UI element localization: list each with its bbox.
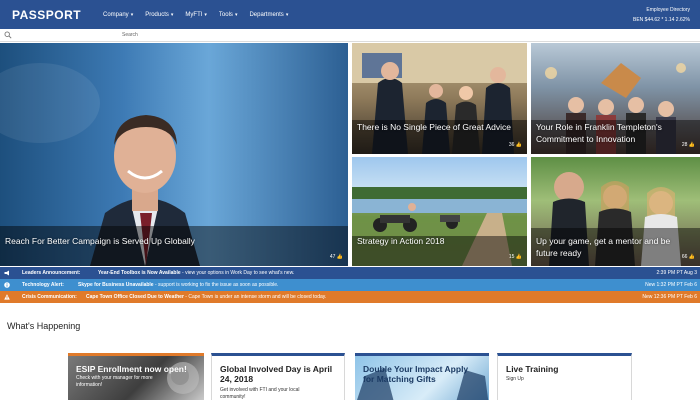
news-tile-mentor[interactable]: Up your game, get a mentor and be future… <box>531 157 700 266</box>
chevron-down-icon: ▾ <box>130 11 134 18</box>
alert-time: New 12:36 PM PT Feb 6 <box>642 294 697 300</box>
card-live-training[interactable]: Live Training Sign Up <box>497 353 632 400</box>
nav-company[interactable]: Company ▾ <box>103 12 133 18</box>
news-tile-advice[interactable]: There is No Single Piece of Great Advice… <box>352 43 527 154</box>
alert-leaders[interactable]: Leaders Announcement: Year-End Toolbox i… <box>0 267 700 279</box>
tile-likes: 36 👍 <box>508 142 522 148</box>
nav-departments[interactable]: Departments ▾ <box>249 12 288 18</box>
card-title: Double Your Impact Apply for Matching Gi… <box>363 364 469 384</box>
employee-directory-link[interactable]: Employee Directory <box>633 5 690 15</box>
card-esip[interactable]: ESIP Enrollment now open! Check with you… <box>68 353 204 400</box>
stock-ticker: BEN $44.62 * 1.14 2.62% <box>633 17 690 23</box>
alert-time: 2:39 PM PT Aug 3 <box>656 270 698 276</box>
nav-products[interactable]: Products ▾ <box>145 12 173 18</box>
megaphone-icon <box>4 270 9 276</box>
card-subtitle: Get involved with FTI and your local com… <box>220 387 300 400</box>
alert-technology[interactable]: Technology Alert: Skype for Business Una… <box>0 279 700 291</box>
hero-title: Reach For Better Campaign is Served Up G… <box>5 236 195 246</box>
main-nav: Company ▾ Products ▾ MyFTI ▾ Tools ▾ Departm… <box>103 0 300 29</box>
brand-logo[interactable]: PASSPORT <box>12 8 81 22</box>
chevron-down-icon: ▾ <box>285 11 289 18</box>
tile-title: Strategy in Action 2018 <box>357 236 445 246</box>
card-matching-gifts[interactable]: Double Your Impact Apply for Matching Gi… <box>355 353 489 400</box>
alert-link[interactable]: Cape Town Office Closed Due to Weather <box>86 294 184 300</box>
card-title: Live Training <box>506 364 559 374</box>
thumbs-up-icon: 👍 <box>688 142 695 148</box>
header-right: Employee Directory BEN $44.62 * 1.14 2.6… <box>633 5 690 25</box>
thumbs-up-icon: 👍 <box>515 254 522 260</box>
section-title: What's Happening <box>7 321 81 331</box>
hero-likes: 47 👍 <box>329 254 343 260</box>
search-bar <box>0 29 700 42</box>
tile-likes: 28 👍 <box>681 142 695 148</box>
thumbs-up-icon: 👍 <box>515 142 522 148</box>
chevron-down-icon: ▾ <box>204 11 207 18</box>
thumbs-up-icon: 👍 <box>688 254 695 260</box>
alert-time: New 1:32 PM PT Feb 6 <box>645 282 697 288</box>
info-icon <box>4 282 10 288</box>
nav-tools[interactable]: Tools ▾ <box>219 12 238 18</box>
alert-label: Crisis Communication: <box>22 294 77 300</box>
warning-icon <box>4 294 10 300</box>
tile-title: Your Role in Franklin Templeton's Commit… <box>536 122 662 144</box>
chevron-down-icon: ▾ <box>234 11 238 18</box>
news-tile-strategy[interactable]: Strategy in Action 2018 15 👍 <box>352 157 527 266</box>
alert-link[interactable]: Skype for Business Unavailable <box>78 282 154 288</box>
card-signup-link[interactable]: Sign Up <box>506 376 524 383</box>
chevron-down-icon: ▾ <box>170 11 174 18</box>
news-tile-innovation[interactable]: Your Role in Franklin Templeton's Commit… <box>531 43 700 154</box>
card-title: ESIP Enrollment now open! <box>76 364 187 374</box>
search-icon[interactable] <box>4 31 12 39</box>
search-input[interactable] <box>16 30 696 40</box>
alert-message: Year-End Toolbox is Now Available - view… <box>98 270 295 276</box>
card-subtitle: Check with your manager for more informa… <box>76 375 153 388</box>
tile-title: There is No Single Piece of Great Advice <box>357 122 512 132</box>
tile-title: Up your game, get a mentor and be future… <box>536 236 671 258</box>
alert-message: Skype for Business Unavailable - support… <box>78 282 279 288</box>
tile-likes: 66 👍 <box>681 254 695 260</box>
card-involved-day[interactable]: Global Involved Day is April 24, 2018 Ge… <box>211 353 345 400</box>
thumbs-up-icon: 👍 <box>336 254 343 260</box>
top-navigation-bar: PASSPORT Company ▾ Products ▾ MyFTI ▾ Tools… <box>0 0 700 29</box>
alert-label: Leaders Announcement: <box>22 270 81 276</box>
card-title: Global Involved Day is April 24, 2018 <box>220 364 333 384</box>
hero-tile[interactable]: Reach For Better Campaign is Served Up G… <box>0 43 348 266</box>
alert-message: Cape Town Office Closed Due to Weather -… <box>86 294 327 300</box>
alert-crisis[interactable]: Crisis Communication: Cape Town Office C… <box>0 291 700 303</box>
alert-label: Technology Alert: <box>22 282 64 288</box>
tile-likes: 15 👍 <box>508 254 522 260</box>
alert-link[interactable]: Year-End Toolbox is Now Available <box>98 270 181 276</box>
nav-myfti[interactable]: MyFTI ▾ <box>185 12 207 18</box>
